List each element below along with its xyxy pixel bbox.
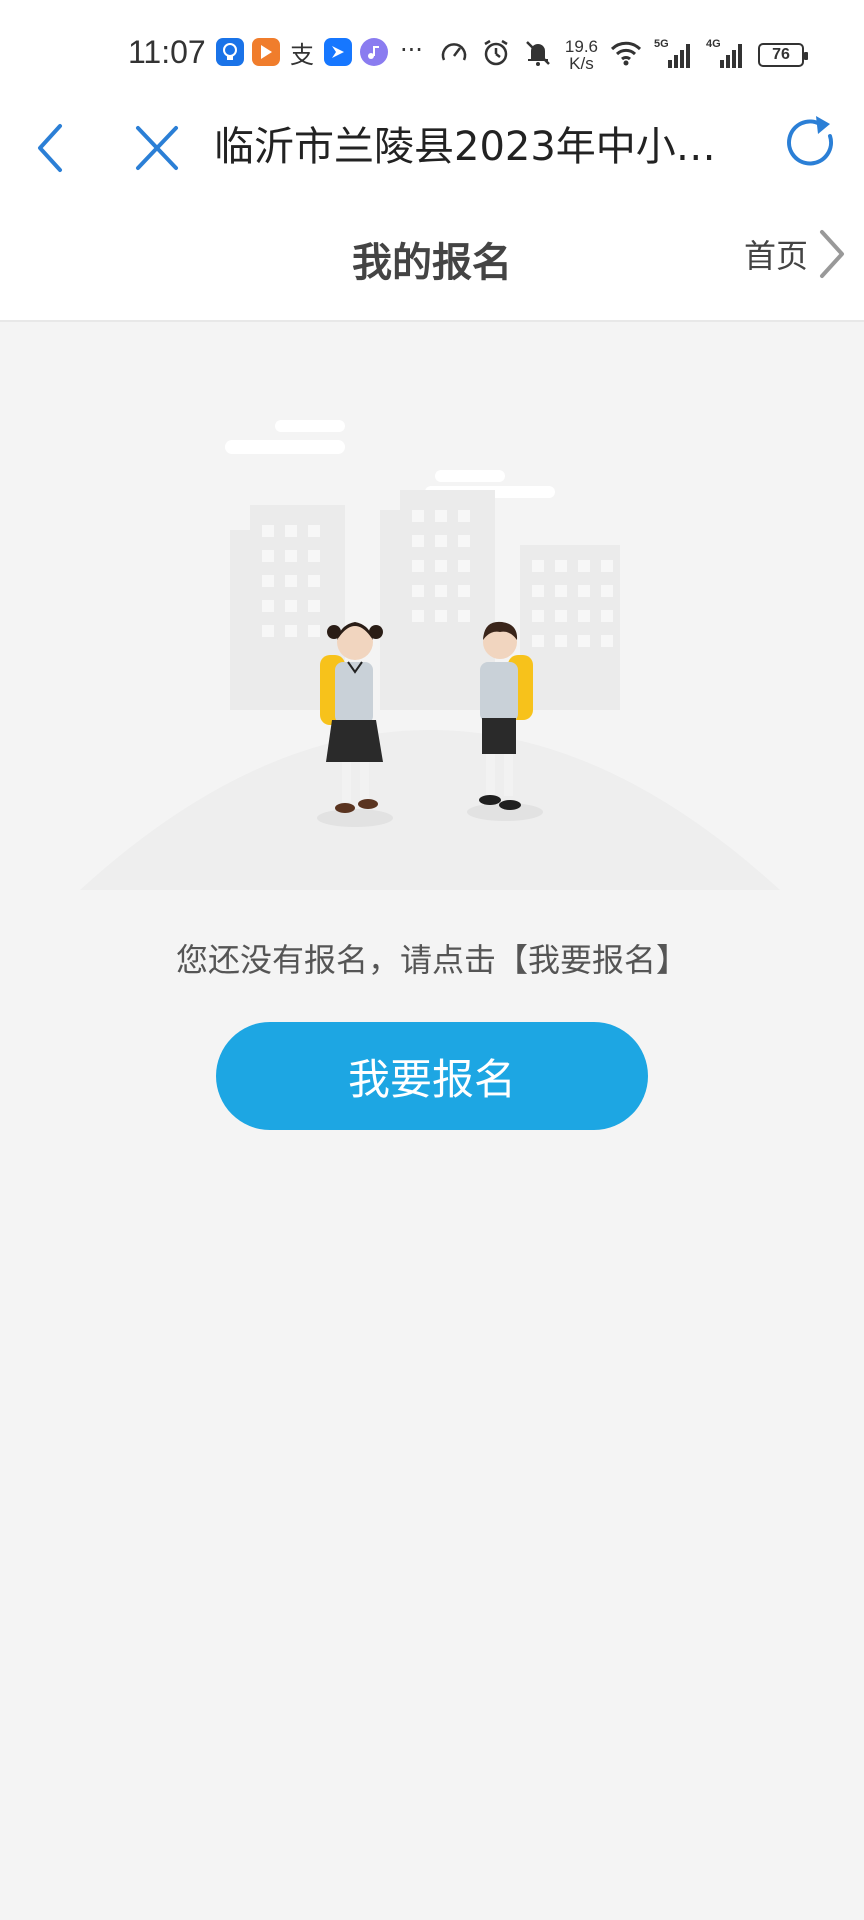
lightbulb-icon: [216, 38, 244, 66]
battery-icon: 76: [758, 43, 808, 67]
status-time: 11:07: [128, 34, 206, 70]
ground-hill: [80, 730, 780, 890]
home-link-label: 首页: [743, 237, 808, 275]
refresh-icon: [787, 116, 834, 166]
close-icon: [136, 126, 178, 170]
close-button[interactable]: [128, 110, 188, 174]
refresh-button[interactable]: [780, 112, 840, 172]
empty-state-message: 您还没有报名，请点击【我要报名】: [175, 941, 688, 979]
alipay-icon: 支: [290, 41, 314, 69]
browser-nav-bar: 临沂市兰陵县2023年中小…: [0, 100, 864, 184]
speedometer-icon: [439, 38, 469, 72]
signal-5g-icon: 5G: [654, 38, 694, 70]
status-more-icon: ···: [400, 36, 423, 64]
music-icon: [360, 38, 388, 66]
wifi-icon: [610, 39, 642, 71]
page-url-title: 临沂市兰陵县2023年中小…: [214, 124, 716, 170]
video-play-icon: [252, 38, 280, 66]
network-speed: 19.6 K/s: [564, 37, 598, 73]
page-header: 我的报名 首页: [0, 184, 864, 322]
status-bar: 11:07 支 ··· 19.6 K/s 5G 4G 76: [0, 0, 864, 100]
mute-bell-icon: [523, 38, 553, 72]
home-link[interactable]: 首页: [744, 228, 846, 280]
bird-icon: [324, 38, 352, 66]
status-indicators: 19.6 K/s 5G 4G 76: [439, 37, 808, 73]
empty-state-illustration: [80, 420, 780, 890]
page-title: 我的报名: [352, 240, 512, 286]
chevron-right-icon: [820, 230, 844, 278]
back-button[interactable]: [26, 110, 82, 174]
alarm-icon: [481, 38, 511, 72]
chevron-left-icon: [38, 124, 62, 172]
signal-4g-icon: 4G: [706, 38, 746, 70]
status-app-icons: 支: [216, 38, 388, 69]
cloud-shapes: [225, 420, 555, 498]
register-button[interactable]: 我要报名: [216, 1022, 648, 1130]
